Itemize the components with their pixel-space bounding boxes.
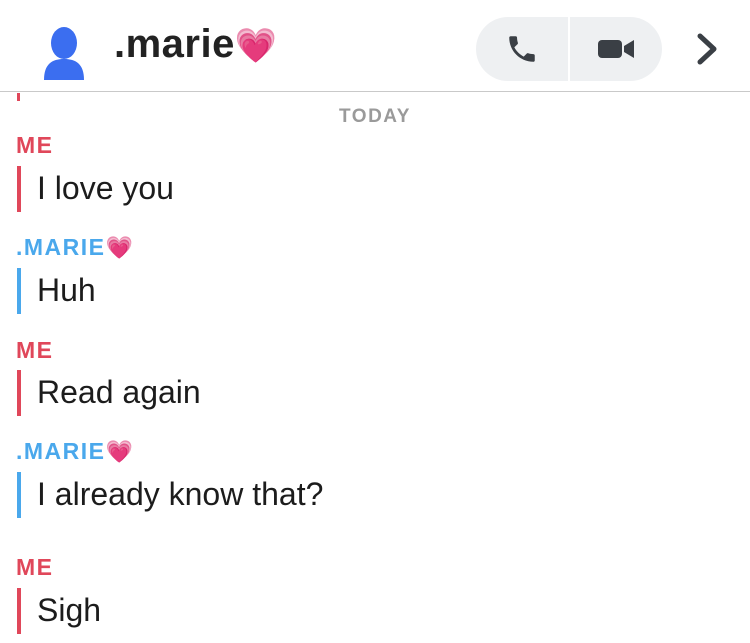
heart-emoji: 💗: [105, 235, 133, 260]
contact-name[interactable]: .marie💗: [114, 22, 278, 67]
heart-emoji: 💗: [234, 27, 278, 65]
video-call-button[interactable]: [570, 17, 662, 81]
heart-emoji: 💗: [105, 439, 133, 464]
sender-label: .MARIE💗: [16, 438, 133, 465]
sender-label: ME: [16, 554, 54, 581]
previous-message-bar: [17, 93, 20, 101]
sender-name: .MARIE: [16, 438, 106, 464]
sender-name: ME: [16, 554, 54, 580]
call-actions: [476, 17, 662, 81]
message-text: I love you: [37, 170, 174, 206]
contact-name-text: .marie: [114, 22, 235, 66]
message-text: Sigh: [37, 592, 102, 628]
message-bar: [17, 268, 21, 314]
date-divider: TODAY: [339, 106, 411, 127]
message-text: Read again: [37, 374, 201, 410]
avatar-icon[interactable]: [42, 26, 86, 80]
sender-label: ME: [16, 132, 54, 159]
voice-call-button[interactable]: [476, 17, 568, 81]
phone-icon: [509, 36, 535, 62]
chevron-right-icon[interactable]: [690, 32, 724, 66]
message-text: Huh: [37, 272, 96, 308]
message-text: I already know that?: [37, 476, 324, 512]
chat-header: .marie💗: [0, 0, 750, 92]
message-bar: [17, 370, 21, 416]
sender-label: .MARIE💗: [16, 234, 133, 261]
message-bar: [17, 472, 21, 518]
message-bar: [17, 166, 21, 212]
message-bar: [17, 588, 21, 634]
sender-name: ME: [16, 337, 54, 363]
sender-name: .MARIE: [16, 234, 106, 260]
video-camera-icon: [598, 40, 634, 58]
sender-name: ME: [16, 132, 54, 158]
sender-label: ME: [16, 337, 54, 364]
